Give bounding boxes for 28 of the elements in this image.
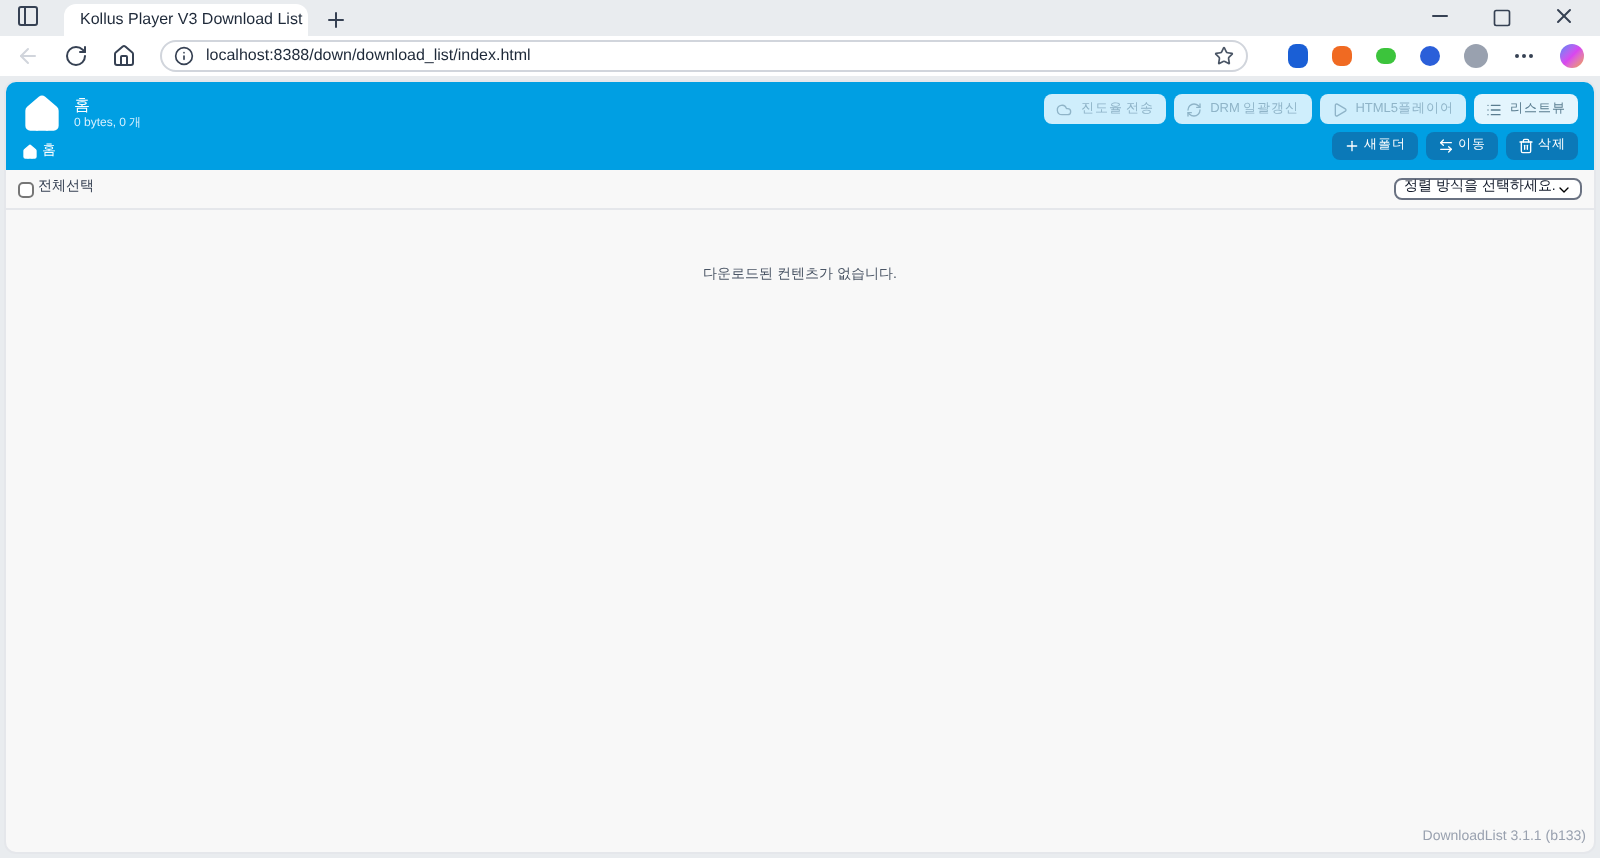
new-tab-icon[interactable] (324, 8, 348, 32)
list-icon (1486, 101, 1502, 117)
extension-icon[interactable] (1288, 44, 1308, 68)
home-icon[interactable] (112, 44, 136, 68)
extension-icon[interactable] (1420, 46, 1440, 66)
star-icon[interactable] (1214, 46, 1234, 66)
info-icon (174, 46, 194, 66)
play-icon (1331, 101, 1348, 117)
plus-icon (1344, 138, 1360, 154)
reload-icon[interactable] (64, 44, 88, 68)
home-icon (22, 94, 62, 134)
profile-icon[interactable] (1464, 44, 1488, 68)
sidebar-icon[interactable] (16, 4, 40, 28)
cloud-icon (1056, 101, 1073, 117)
swap-icon (1438, 138, 1454, 154)
close-icon[interactable] (1552, 4, 1576, 28)
home-icon (22, 144, 38, 161)
browser-tab[interactable]: Kollus Player V3 Download List (64, 4, 308, 36)
trash-icon (1518, 138, 1534, 154)
maximize-icon[interactable] (1492, 8, 1512, 28)
address-bar[interactable]: localhost:8388/down/download_list/index.html (160, 40, 1248, 72)
select-all-checkbox[interactable] (18, 181, 34, 197)
url-text: localhost:8388/down/download_list/index.html (206, 44, 533, 68)
copilot-icon[interactable] (1560, 44, 1584, 68)
extension-icon[interactable] (1332, 46, 1352, 66)
refresh-icon (1186, 101, 1203, 117)
folder-title: 홈 (74, 98, 92, 114)
tab-title: Kollus Player V3 Download List (80, 8, 303, 32)
